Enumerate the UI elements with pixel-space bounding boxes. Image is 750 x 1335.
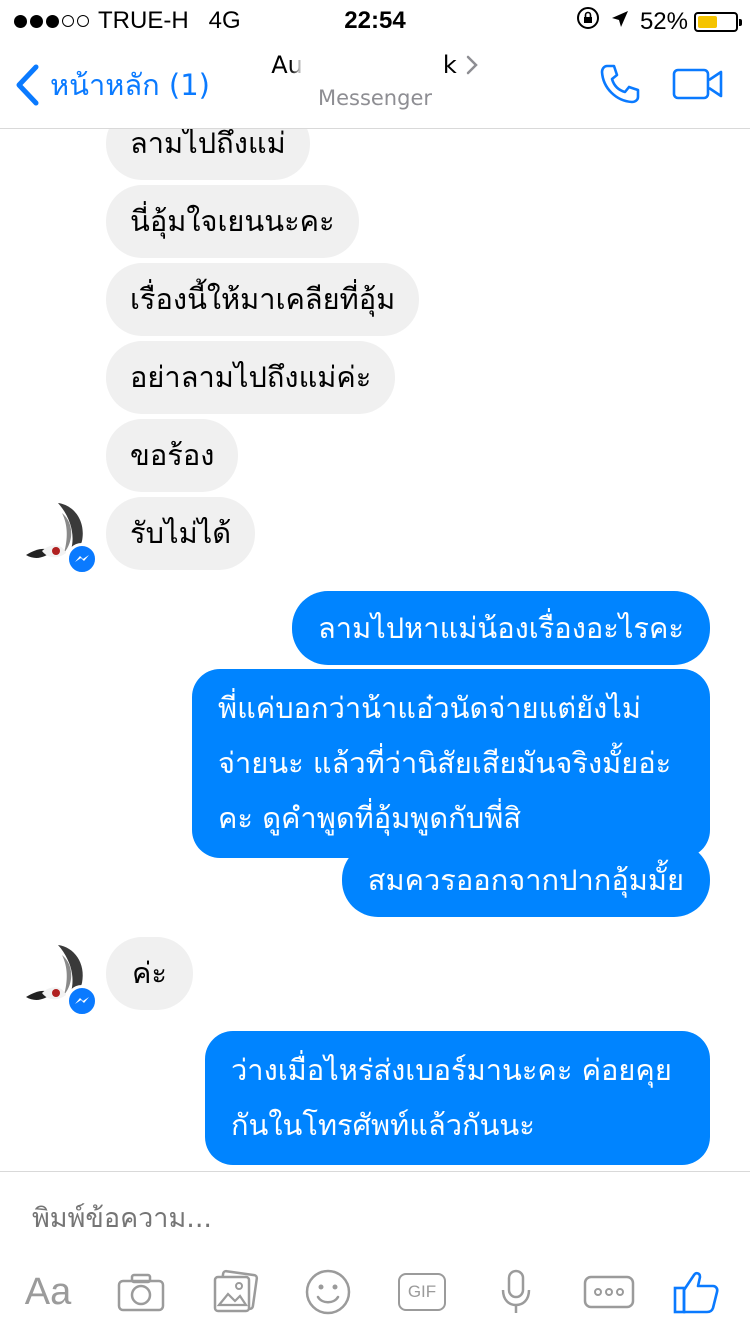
composer-toolbar: Aa GIF (0, 1264, 750, 1324)
smiley-icon (305, 1269, 351, 1315)
message-bubble-incoming[interactable]: ขอร้อง (106, 419, 239, 492)
chevron-right-icon (466, 55, 478, 75)
message-text: อย่าลามไปถึงแม่ค่ะ (130, 360, 372, 394)
message-bubble-outgoing[interactable]: ว่างเมื่อไหร่ส่งเบอร์มานะคะ ค่อยคุย กันใ… (205, 1031, 710, 1165)
more-icon (583, 1275, 635, 1309)
message-text-line: พี่แค่บอกว่าน้าแอ๋วนัดจ่ายแต่ยังไม่ (218, 691, 641, 725)
camera-button[interactable] (111, 1264, 171, 1320)
message-bubble-incoming[interactable]: ค่ะ (106, 937, 193, 1010)
contact-name-end: k (442, 51, 457, 79)
video-call-icon[interactable] (672, 66, 724, 106)
photo-icon (213, 1269, 259, 1313)
aa-label: Aa (24, 1270, 72, 1313)
status-right: 52% (576, 6, 742, 37)
microphone-icon (501, 1269, 531, 1313)
text-format-button[interactable]: Aa (18, 1264, 78, 1320)
gif-label: GIF (407, 1282, 437, 1301)
phone-call-icon[interactable] (598, 62, 642, 110)
messenger-badge-icon (66, 543, 98, 575)
message-input[interactable] (30, 1202, 714, 1235)
gif-icon: GIF (398, 1273, 446, 1311)
message-text: รับไม่ได้ (130, 516, 232, 550)
message-bubble-outgoing[interactable]: พี่แค่บอกว่าน้าแอ๋วนัดจ่ายแต่ยังไม่ จ่าย… (192, 669, 710, 858)
message-bubble-incoming[interactable]: อย่าลามไปถึงแม่ค่ะ (106, 341, 396, 414)
avatar[interactable] (22, 499, 98, 575)
message-text: เรื่องนี้ให้มาเคลียที่อุ้ม (130, 282, 396, 316)
battery-icon (694, 11, 742, 32)
camera-icon (117, 1273, 165, 1312)
message-bubble-incoming[interactable]: นี่อุ้มใจเยนนะคะ (106, 185, 359, 258)
message-text-line: กันในโทรศัพท์แล้วกันนะ (231, 1108, 535, 1142)
status-bar: TRUE-H 4G 22:54 52% (0, 0, 750, 40)
battery-percent: 52% (639, 7, 688, 35)
redacted-name (304, 50, 441, 80)
message-text: ลามไปถึงแม่ (130, 129, 286, 160)
message-text-line: คะ ดูคำพูดที่อุ้มพูดกับพี่สิ (218, 801, 522, 835)
voice-button[interactable] (486, 1264, 546, 1320)
message-bubble-incoming[interactable]: รับไม่ได้ (106, 497, 256, 570)
message-text: ขอร้อง (130, 438, 215, 472)
message-list[interactable]: ลามไปถึงแม่ นี่อุ้มใจเยนนะคะ เรื่องนี้ให… (0, 129, 750, 1171)
thumbs-up-icon (673, 1271, 719, 1314)
gif-button[interactable]: GIF (392, 1264, 452, 1320)
photo-gallery-button[interactable] (205, 1264, 265, 1320)
rotation-lock-icon (576, 6, 600, 37)
message-text-line: ว่างเมื่อไหร่ส่งเบอร์มานะคะ ค่อยคุย (231, 1053, 672, 1087)
message-bubble-outgoing[interactable]: สมควรออกจากปากอุ้มมั้ย (341, 843, 710, 917)
conversation-header: หน้าหลัก (1) Au k Messenger (0, 40, 750, 129)
more-options-button[interactable] (579, 1264, 639, 1320)
messenger-badge-icon (66, 985, 98, 1017)
message-bubble-outgoing[interactable]: ลามไปหาแม่น้องเรื่องอะไรคะ (292, 591, 710, 665)
like-button[interactable] (666, 1264, 726, 1320)
avatar[interactable] (22, 941, 98, 1017)
message-bubble-incoming[interactable]: ลามไปถึงแม่ (106, 129, 310, 180)
message-bubble-incoming[interactable]: เรื่องนี้ให้มาเคลียที่อุ้ม (106, 263, 420, 336)
message-text: สมควรออกจากปากอุ้มมั้ย (367, 863, 684, 897)
location-arrow-icon (610, 8, 630, 36)
emoji-button[interactable] (298, 1264, 358, 1320)
message-text-line: จ่ายนะ แล้วที่ว่านิสัยเสียมันจริงมั้ยอ่ะ (218, 746, 672, 780)
message-text: ลามไปหาแม่น้องเรื่องอะไรคะ (318, 611, 684, 645)
message-text: ค่ะ (132, 956, 167, 990)
composer: Aa GIF (0, 1171, 750, 1335)
message-text: นี่อุ้มใจเยนนะคะ (130, 204, 335, 238)
contact-name-start: Au (271, 51, 303, 79)
